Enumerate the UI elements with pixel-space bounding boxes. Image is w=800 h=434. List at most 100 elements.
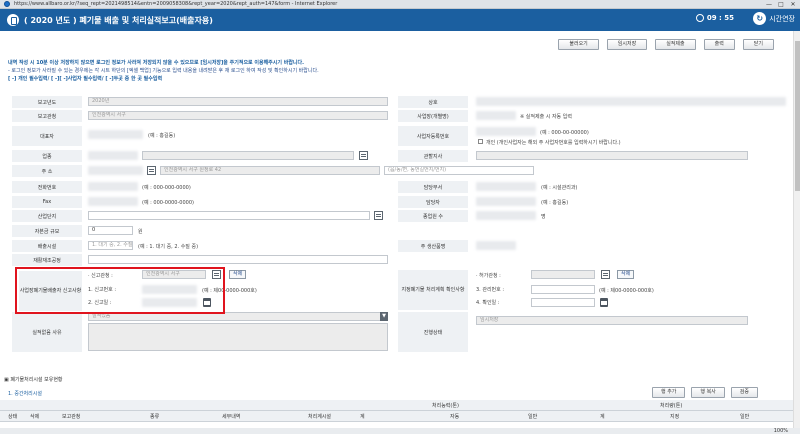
- scrollbar-thumb[interactable]: [795, 41, 800, 191]
- vertical-scrollbar[interactable]: [793, 31, 800, 428]
- copy-row-button[interactable]: 행 복사: [691, 387, 725, 398]
- refresh-icon: ↻: [753, 12, 767, 25]
- industry-field[interactable]: [88, 151, 138, 160]
- permit-label: · 허가관청 :: [476, 273, 501, 279]
- timer-value: 09 : 55: [706, 14, 734, 22]
- confirm-date-label: 4. 확인일 :: [476, 300, 500, 306]
- production-label: 주 생산품명: [398, 240, 468, 252]
- load-button[interactable]: 불러오기: [558, 39, 599, 50]
- regno-label: 사업장(개별명): [398, 110, 468, 122]
- regno-hint: ※ 실적제출 시 자동 입력: [520, 114, 572, 120]
- permit-delete-button[interactable]: 삭제: [617, 270, 635, 279]
- chevron-down-icon[interactable]: ▼: [380, 312, 388, 321]
- manager-field[interactable]: [476, 197, 536, 206]
- ie-logo-icon: [4, 1, 10, 7]
- window-controls: — □ ✕: [764, 0, 798, 9]
- industry-detail-field[interactable]: [142, 151, 354, 160]
- address-detail-field[interactable]: (읍/동/면, 동번길번지/번지): [384, 166, 534, 175]
- session-timer: 09 : 55: [695, 14, 734, 22]
- permit-field[interactable]: [531, 270, 595, 279]
- complex-label: 산업단지: [12, 210, 82, 222]
- fax-label: Fax: [12, 196, 82, 208]
- grid-col-org: 보고관청: [62, 414, 81, 420]
- browser-address-bar: https://www.allbaro.or.kr/?seq_rept=2021…: [0, 0, 800, 9]
- grid-toolbar: 행 추가 행 복사 검증: [652, 387, 758, 398]
- address-search-icon[interactable]: [147, 166, 156, 175]
- toolbar: 불러오기 임시저장 실적제출 출력 닫기: [558, 39, 774, 50]
- fax-field[interactable]: [88, 197, 138, 206]
- personal-checkbox[interactable]: [478, 139, 483, 144]
- employees-field[interactable]: [476, 211, 536, 220]
- search-icon[interactable]: [359, 151, 368, 160]
- bizno-field[interactable]: [476, 127, 536, 136]
- complex-search-icon[interactable]: [374, 211, 383, 220]
- phone-field[interactable]: [88, 182, 138, 191]
- facility-hint: (예 : 1. 대기 중, 2. 수질 중): [138, 244, 199, 250]
- fax-hint: (예 : 000-0000-0000): [142, 200, 194, 206]
- grid-header-row-2: 상태 삭제 보고관청 종류 세부내역 처리계시설 계 자동 일반 계 지정 일반: [0, 411, 800, 422]
- page-title: ( 2020 년도 ) 폐기물 배출 및 처리실적보고(배출자용): [24, 15, 213, 25]
- submit-button[interactable]: 실적제출: [655, 39, 696, 50]
- grid-col-amt-general: 일반: [740, 414, 750, 420]
- grid-col-type: 종류: [150, 414, 160, 420]
- title-bar: ( 2020 년도 ) 폐기물 배출 및 처리실적보고(배출자용) 09 : 5…: [0, 9, 800, 31]
- industry-label: 업종: [12, 150, 82, 162]
- ceo-label: 대표자: [12, 126, 82, 146]
- confirm-no-hint: (예 : 제00-0000-000호): [599, 288, 654, 294]
- address-city-field[interactable]: 인천광역시 서구 원정로 42: [160, 166, 380, 175]
- report-org-field[interactable]: 인천광역시 서구: [88, 111, 388, 120]
- progress-field: 임시저장: [476, 316, 748, 325]
- complex-field[interactable]: [88, 211, 370, 220]
- notice-line-2: - 로그인 정보가 사라질 수 있는 경우에는 각 시트 하단의 [엑셀 백업]…: [8, 68, 319, 74]
- regno-field[interactable]: [476, 111, 516, 120]
- no-record-label: 실적없음 사유: [12, 312, 82, 352]
- employees-label: 종업원 수: [398, 210, 468, 222]
- progress-label: 진행상태: [398, 312, 468, 352]
- capital-unit: 원: [138, 229, 143, 235]
- facility-section-label: 폐기물처리시설 보유현황: [10, 377, 63, 383]
- no-record-textarea[interactable]: [88, 323, 388, 351]
- notice-line-3: [ -] 개인 필수입력/ [ -][ -]사업자 필수입력/ [ -]두곳 중…: [8, 76, 163, 82]
- grid-col-delete[interactable]: 삭제: [30, 413, 39, 420]
- add-row-button[interactable]: 행 추가: [652, 387, 686, 398]
- minimize-button[interactable]: —: [764, 1, 774, 8]
- maximize-button[interactable]: □: [776, 1, 786, 8]
- treat-box-title: 지정폐기물 처리계획 확인사항: [398, 270, 468, 310]
- close-button[interactable]: 닫기: [742, 39, 774, 50]
- temp-save-button[interactable]: 임시저장: [606, 39, 648, 50]
- zoom-level[interactable]: 100%: [774, 428, 788, 434]
- process-field[interactable]: [88, 255, 388, 264]
- ceo-hint: (예 : 홍길동): [148, 133, 176, 139]
- phone-hint: (예 : 000-000-0000): [142, 185, 191, 191]
- company-field[interactable]: [476, 97, 786, 106]
- handling-hint: (예 : 시설관리과): [541, 185, 578, 191]
- print-button[interactable]: 출력: [703, 39, 735, 50]
- report-year-field[interactable]: 2020년: [88, 97, 388, 106]
- jurisdiction-field[interactable]: [476, 151, 748, 160]
- notice-text: 내역 작성 시 10분 이상 저장하지 않으면 로그인 정보가 사라져 저장되지…: [8, 59, 319, 83]
- close-window-button[interactable]: ✕: [788, 1, 798, 8]
- manager-label: 담당자: [398, 196, 468, 208]
- report-delete-button[interactable]: 삭제: [229, 270, 247, 279]
- grid-col-cap-general: 일반: [528, 414, 538, 420]
- permit-search-icon[interactable]: [601, 270, 610, 279]
- employees-unit: 명: [541, 214, 546, 220]
- production-field[interactable]: [476, 241, 516, 250]
- grid-col-cap-total: 계: [360, 414, 365, 420]
- validate-button[interactable]: 검증: [730, 387, 758, 398]
- zipcode-field[interactable]: [88, 166, 143, 175]
- facility-field[interactable]: 1. 대기 중, 2. 수질 중: [88, 241, 133, 250]
- browser-url: https://www.allbaro.or.kr/?seq_rept=2021…: [14, 1, 338, 7]
- confirm-no-field[interactable]: [531, 285, 595, 294]
- capital-field[interactable]: 0: [88, 226, 133, 235]
- handling-field[interactable]: [476, 182, 536, 191]
- process-label: 재활재조공정: [12, 254, 82, 266]
- grid-head-amount: 처리량(톤): [660, 403, 683, 409]
- ceo-field[interactable]: [88, 130, 143, 139]
- personal-check-label: 개인 (개인사업자는 해외 주 사업자번호를 입력하시기 바랍니다.): [486, 140, 621, 146]
- bizno-label: 사업자등록번호: [398, 126, 468, 146]
- confirm-calendar-icon[interactable]: [600, 298, 608, 307]
- extend-session-button[interactable]: ↻ 시간연장: [753, 12, 795, 25]
- confirm-date-field[interactable]: [531, 298, 595, 307]
- handling-label: 담당부서: [398, 181, 468, 193]
